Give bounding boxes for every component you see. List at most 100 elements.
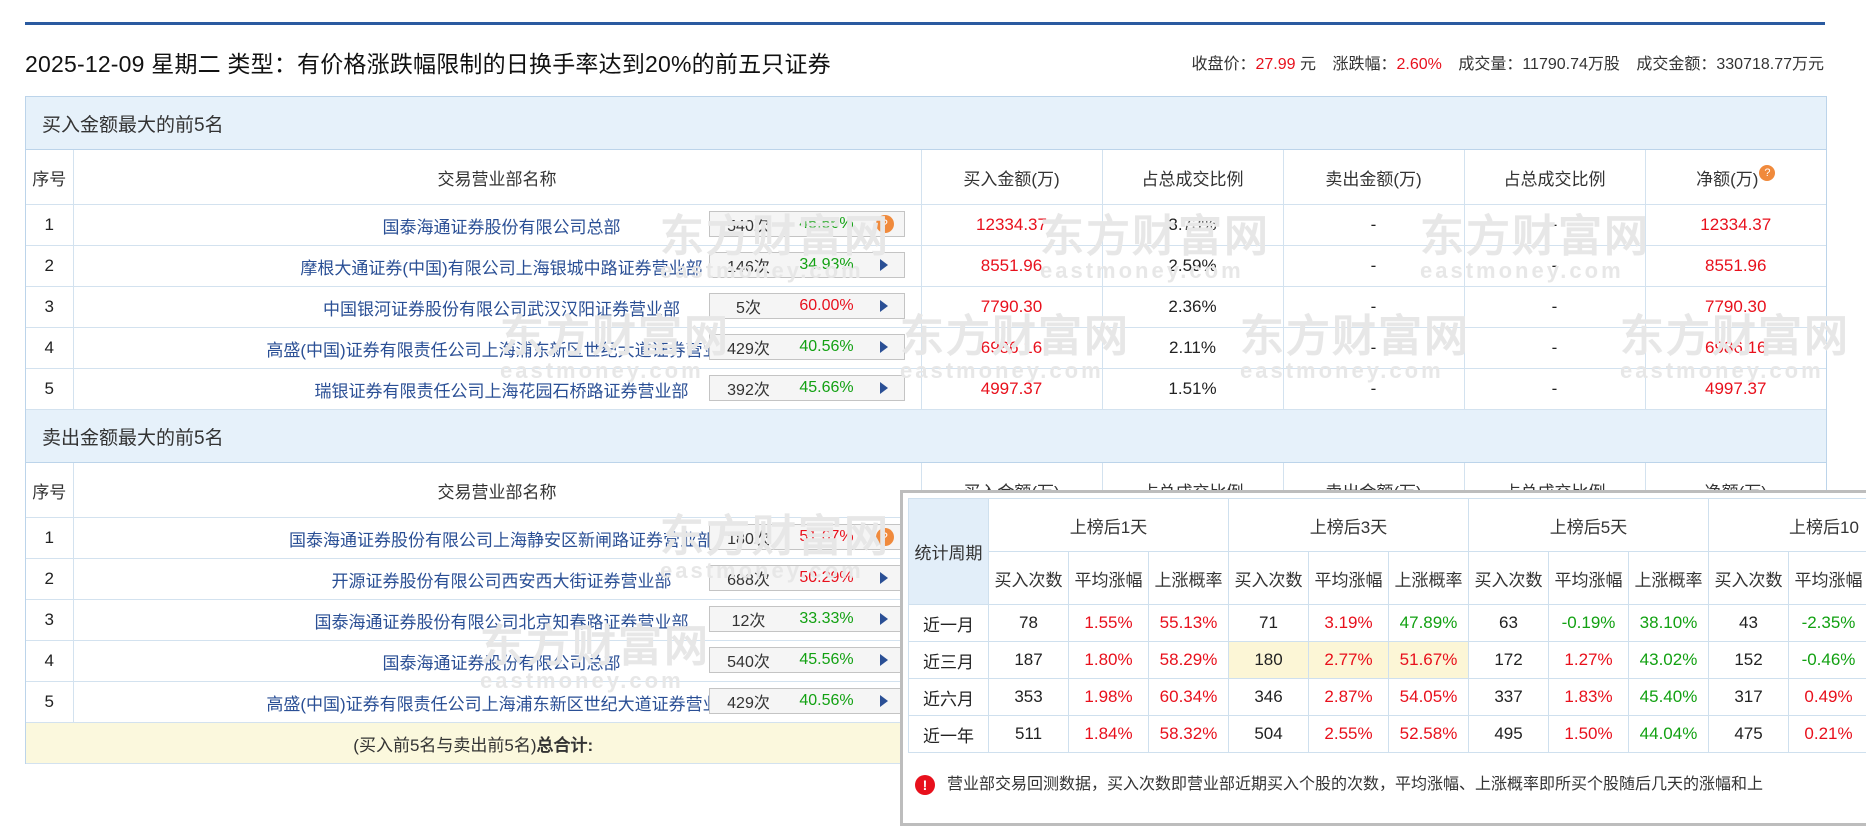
buy-amount: 12334.37 <box>921 205 1102 246</box>
buy-amount: 4997.37 <box>921 369 1102 410</box>
col-header-net: 净额(万)? <box>1645 150 1826 205</box>
sub-header: 买入次数 <box>1229 552 1309 605</box>
popup-row: 近六月 353 1.98% 60.34% 346 2.87% 54.05% 33… <box>909 679 1866 716</box>
col-header: 序号 <box>26 150 73 205</box>
cell: 504 <box>1229 716 1309 753</box>
popup-note: !营业部交易回测数据，买入次数即营业部近期买入个股的次数，平均涨幅、上涨概率即所… <box>915 770 1763 795</box>
broker-link[interactable]: 瑞银证券有限责任公司上海花园石桥路证券营业部 <box>315 382 689 401</box>
broker-cell: 高盛(中国)证券有限责任公司上海浦东新区世纪大道证券营业部 429次40.56% <box>73 682 921 723</box>
buy-ratio: 1.51% <box>1102 369 1283 410</box>
broker-stats-chip[interactable]: 540次45.56%? <box>709 211 905 237</box>
cell: 38.10% <box>1629 605 1709 642</box>
broker-cell: 中国银河证券股份有限公司武汉汉阳证券营业部 5次60.00% <box>73 287 921 328</box>
broker-stats-chip[interactable]: 688次50.29% <box>709 565 905 591</box>
cell: 43.02% <box>1629 642 1709 679</box>
cell: 71 <box>1229 605 1309 642</box>
table-row: 2 摩根大通证券(中国)有限公司上海银城中路证券营业部 146次34.93% 8… <box>26 246 1826 287</box>
listing-count: 12次 <box>710 607 780 631</box>
amount-label: 成交金额： <box>1636 56 1716 73</box>
cell: 511 <box>989 716 1069 753</box>
sell-ratio: - <box>1464 246 1645 287</box>
sub-header: 上涨概率 <box>1149 552 1229 605</box>
table-row: 4 高盛(中国)证券有限责任公司上海浦东新区世纪大道证券营业部 429次40.5… <box>26 328 1826 369</box>
broker-cell: 国泰海通证券股份有限公司上海静安区新闸路证券营业部 180次51.67%? <box>73 518 921 559</box>
broker-stats-chip[interactable]: 5次60.00% <box>709 293 905 319</box>
cell: 2.55% <box>1309 716 1389 753</box>
popup-row: 近一月 78 1.55% 55.13% 71 3.19% 47.89% 63 -… <box>909 605 1866 642</box>
expand-arrow-icon[interactable] <box>880 300 888 312</box>
buy-ratio: 2.36% <box>1102 287 1283 328</box>
col-header: 占总成交比例 <box>1464 150 1645 205</box>
cell: -0.46% <box>1789 642 1866 679</box>
cell: 55.13% <box>1149 605 1229 642</box>
close-price-value: 27.99 <box>1256 56 1296 73</box>
cell: 1.83% <box>1549 679 1629 716</box>
expand-arrow-icon[interactable] <box>880 259 888 271</box>
help-icon[interactable]: ? <box>876 215 894 233</box>
broker-stats-chip[interactable]: 12次33.33% <box>709 606 905 632</box>
help-icon[interactable]: ? <box>1759 165 1775 181</box>
col-header: 卖出金额(万) <box>1283 150 1464 205</box>
backtest-table: 统计周期 上榜后1天 上榜后3天 上榜后5天 上榜后10 买入次数 平均涨幅 上… <box>908 498 1866 753</box>
expand-arrow-icon[interactable] <box>880 382 888 394</box>
buy-ratio: 3.73% <box>1102 205 1283 246</box>
broker-stats-chip[interactable]: 429次40.56% <box>709 688 905 714</box>
expand-arrow-icon[interactable] <box>880 695 888 707</box>
expand-arrow-icon[interactable] <box>880 572 888 584</box>
row-number: 1 <box>26 205 73 246</box>
net-amount: 4997.37 <box>1645 369 1826 410</box>
expand-arrow-icon[interactable] <box>880 613 888 625</box>
broker-link[interactable]: 国泰海通证券股份有限公司总部 <box>383 654 621 673</box>
sell-ratio: - <box>1464 369 1645 410</box>
buy-table: 序号 交易营业部名称 买入金额(万) 占总成交比例 卖出金额(万) 占总成交比例… <box>26 150 1826 410</box>
cell: 1.98% <box>1069 679 1149 716</box>
broker-link[interactable]: 高盛(中国)证券有限责任公司上海浦东新区世纪大道证券营业部 <box>266 341 736 360</box>
listing-count: 429次 <box>710 689 780 713</box>
popup-row: 近三月 187 1.80% 58.29% 180 2.77% 51.67% 17… <box>909 642 1866 679</box>
amount-value: 330718.77万元 <box>1716 56 1824 73</box>
sell-section-title: 卖出金额最大的前5名 <box>26 410 1826 463</box>
help-icon[interactable]: ? <box>876 528 894 546</box>
net-amount: 7790.30 <box>1645 287 1826 328</box>
broker-link[interactable]: 摩根大通证券(中国)有限公司上海银城中路证券营业部 <box>300 259 702 278</box>
sub-header: 买入次数 <box>989 552 1069 605</box>
cell: 180 <box>1229 642 1309 679</box>
col-header: 交易营业部名称 <box>73 150 921 205</box>
cell: 54.05% <box>1389 679 1469 716</box>
listing-count: 392次 <box>710 376 780 400</box>
sell-amount: - <box>1283 328 1464 369</box>
volume-label: 成交量： <box>1458 56 1522 73</box>
broker-link[interactable]: 高盛(中国)证券有限责任公司上海浦东新区世纪大道证券营业部 <box>266 695 736 714</box>
sub-header: 平均涨幅 <box>1549 552 1629 605</box>
broker-link[interactable]: 国泰海通证券股份有限公司北京知春路证券营业部 <box>315 613 689 632</box>
broker-stats-chip[interactable]: 146次34.93% <box>709 252 905 278</box>
cell: 475 <box>1709 716 1789 753</box>
broker-link[interactable]: 中国银河证券股份有限公司武汉汉阳证券营业部 <box>323 300 680 319</box>
expand-arrow-icon[interactable] <box>880 654 888 666</box>
cell: 1.55% <box>1069 605 1149 642</box>
broker-stats-chip[interactable]: 392次45.66% <box>709 375 905 401</box>
change-value: 2.60% <box>1396 56 1441 73</box>
sell-ratio: - <box>1464 205 1645 246</box>
row-number: 3 <box>26 600 73 641</box>
cell: -2.35% <box>1789 605 1866 642</box>
broker-stats-chip[interactable]: 429次40.56% <box>709 334 905 360</box>
popup-row: 近一年 511 1.84% 58.32% 504 2.55% 52.58% 49… <box>909 716 1866 753</box>
broker-link[interactable]: 国泰海通证券股份有限公司上海静安区新闸路证券营业部 <box>289 531 714 550</box>
broker-cell: 国泰海通证券股份有限公司总部 540次45.56% <box>73 641 921 682</box>
broker-link[interactable]: 国泰海通证券股份有限公司总部 <box>383 218 621 237</box>
sub-header: 平均涨幅 <box>1309 552 1389 605</box>
broker-stats-chip[interactable]: 180次51.67%? <box>709 524 905 550</box>
expand-arrow-icon[interactable] <box>880 341 888 353</box>
col-header: 序号 <box>26 463 73 518</box>
cell: 51.67% <box>1389 642 1469 679</box>
broker-stats-chip[interactable]: 540次45.56% <box>709 647 905 673</box>
broker-cell: 瑞银证券有限责任公司上海花园石桥路证券营业部 392次45.66% <box>73 369 921 410</box>
broker-backtest-popup: 统计周期 上榜后1天 上榜后3天 上榜后5天 上榜后10 买入次数 平均涨幅 上… <box>900 490 1866 826</box>
period-cell: 近三月 <box>909 642 989 679</box>
listing-count: 5次 <box>710 294 780 318</box>
cell: -0.19% <box>1549 605 1629 642</box>
broker-link[interactable]: 开源证券股份有限公司西安西大街证券营业部 <box>332 572 672 591</box>
cell: 58.29% <box>1149 642 1229 679</box>
buy-amount: 7790.30 <box>921 287 1102 328</box>
